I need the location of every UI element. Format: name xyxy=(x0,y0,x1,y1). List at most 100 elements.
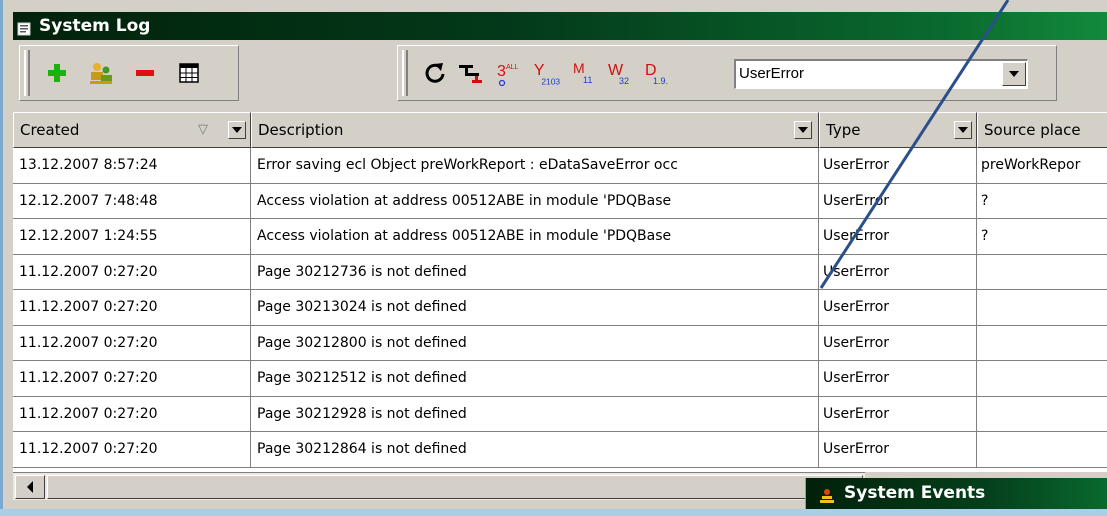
cell-source[interactable]: preWorkRepor xyxy=(977,148,1107,184)
table-row[interactable]: 13.12.2007 8:57:24 Error saving ecl Obje… xyxy=(13,148,1107,184)
svg-text:M: M xyxy=(573,60,585,76)
cell-created[interactable]: 11.12.2007 0:27:20 xyxy=(13,325,251,361)
refresh-button[interactable] xyxy=(420,56,450,90)
cell-description[interactable]: Page 30212800 is not defined xyxy=(251,325,819,361)
refresh-icon xyxy=(425,63,445,83)
toolbar-area: 3 ALL Y 2103 M 11 W 32 D 1.9. UserError xyxy=(13,40,1107,110)
column-header-created[interactable]: Created ▽ xyxy=(13,112,251,148)
cell-created[interactable]: 11.12.2007 0:27:20 xyxy=(13,396,251,432)
add-icon xyxy=(48,64,66,82)
cell-description[interactable]: Page 30212736 is not defined xyxy=(251,254,819,290)
filter-week-button[interactable]: W 32 xyxy=(606,56,636,90)
cell-description[interactable]: Page 30212512 is not defined xyxy=(251,361,819,397)
filter-all-icon: 3 ALL xyxy=(497,63,519,87)
cell-created[interactable]: 12.12.2007 1:24:55 xyxy=(13,219,251,255)
column-header-source-place[interactable]: Source place xyxy=(977,112,1107,148)
users-icon xyxy=(90,63,112,84)
grid-view-button[interactable] xyxy=(174,56,204,90)
column-filter-button[interactable] xyxy=(228,121,246,139)
cell-description[interactable]: Page 30213024 is not defined xyxy=(251,290,819,326)
scroll-left-button[interactable] xyxy=(15,475,45,499)
cell-type[interactable]: UserError xyxy=(819,148,977,184)
cell-source[interactable] xyxy=(977,326,1107,361)
svg-text:11: 11 xyxy=(583,75,592,85)
cell-type[interactable]: UserError xyxy=(819,432,977,468)
cell-type[interactable]: UserError xyxy=(819,325,977,361)
remove-button[interactable] xyxy=(130,56,160,90)
type-filter-value: UserError xyxy=(739,65,805,82)
cell-type[interactable]: UserError xyxy=(819,183,977,219)
table-row[interactable]: 11.12.2007 0:27:20 Page 30212512 is not … xyxy=(13,361,1107,397)
filter-week-icon: W 32 xyxy=(608,62,629,86)
column-label: Source place xyxy=(984,121,1081,139)
cell-source[interactable]: ? xyxy=(977,184,1107,219)
cell-source[interactable]: ? xyxy=(977,219,1107,255)
filter-day-icon: D 1.9. xyxy=(645,62,668,86)
log-grid: Created ▽ Description Type Source place xyxy=(13,112,1107,472)
title-bar[interactable]: System Log xyxy=(13,12,1107,40)
log-app-icon xyxy=(17,18,33,36)
filter-year-button[interactable]: Y 2103 xyxy=(532,56,562,90)
column-filter-button[interactable] xyxy=(954,121,972,139)
table-row[interactable]: 11.12.2007 0:27:20 Page 30212864 is not … xyxy=(13,432,1107,468)
cell-source[interactable] xyxy=(977,397,1107,432)
filter-toolbar: 3 ALL Y 2103 M 11 W 32 D 1.9. UserError xyxy=(397,45,1057,101)
chevron-down-icon xyxy=(1009,71,1019,77)
type-filter-combo[interactable]: UserError xyxy=(734,59,1028,89)
add-button[interactable] xyxy=(42,56,72,90)
type-filter-dropdown-button[interactable] xyxy=(1002,62,1026,86)
cell-type[interactable]: UserError xyxy=(819,361,977,397)
cell-created[interactable]: 13.12.2007 8:57:24 xyxy=(13,148,251,184)
cell-source[interactable] xyxy=(977,432,1107,468)
grid-header: Created ▽ Description Type Source place xyxy=(13,112,1107,148)
sort-down-icon[interactable]: ▽ xyxy=(198,113,208,147)
cell-created[interactable]: 11.12.2007 0:27:20 xyxy=(13,254,251,290)
column-header-description[interactable]: Description xyxy=(251,112,819,148)
cell-description[interactable]: Page 30212928 is not defined xyxy=(251,396,819,432)
column-label: Type xyxy=(826,121,861,139)
filter-day-button[interactable]: D 1.9. xyxy=(642,56,672,90)
events-app-icon xyxy=(818,485,836,503)
toolbar-grip[interactable] xyxy=(24,50,30,96)
column-label: Description xyxy=(258,121,344,139)
cell-source[interactable] xyxy=(977,361,1107,397)
horizontal-scrollbar[interactable] xyxy=(13,472,865,500)
toolbar-grip[interactable] xyxy=(402,50,408,96)
svg-text:32: 32 xyxy=(619,76,629,86)
cell-created[interactable]: 11.12.2007 0:27:20 xyxy=(13,361,251,397)
column-filter-button[interactable] xyxy=(794,121,812,139)
table-row[interactable]: 11.12.2007 0:27:20 Page 30213024 is not … xyxy=(13,290,1107,326)
cell-description[interactable]: Page 30212864 is not defined xyxy=(251,432,819,468)
window-title: System Log xyxy=(39,16,151,36)
cell-description[interactable]: Access violation at address 00512ABE in … xyxy=(251,219,819,255)
filter-year-icon: Y 2103 xyxy=(534,62,561,86)
cell-created[interactable]: 11.12.2007 0:27:20 xyxy=(13,290,251,326)
cell-type[interactable]: UserError xyxy=(819,219,977,255)
cell-description[interactable]: Error saving ecl Object preWorkReport : … xyxy=(251,148,819,184)
filter-month-button[interactable]: M 11 xyxy=(570,56,600,90)
cell-type[interactable]: UserError xyxy=(819,396,977,432)
users-button[interactable] xyxy=(86,56,116,90)
scroll-thumb[interactable] xyxy=(47,475,863,499)
filter-all-button[interactable]: 3 ALL xyxy=(494,56,524,90)
filter-month-icon: M 11 xyxy=(573,60,592,85)
table-row[interactable]: 11.12.2007 0:27:20 Page 30212928 is not … xyxy=(13,396,1107,432)
cell-type[interactable]: UserError xyxy=(819,290,977,326)
table-row[interactable]: 12.12.2007 7:48:48 Access violation at a… xyxy=(13,183,1107,219)
grid-rows: 13.12.2007 8:57:24 Error saving ecl Obje… xyxy=(13,148,1107,468)
system-events-window[interactable]: System Events xyxy=(805,478,1107,509)
cell-source[interactable] xyxy=(977,255,1107,290)
edit-toolbar xyxy=(19,45,239,101)
table-row[interactable]: 12.12.2007 1:24:55 Access violation at a… xyxy=(13,219,1107,255)
events-window-title: System Events xyxy=(844,483,986,503)
column-header-type[interactable]: Type xyxy=(819,112,977,148)
cell-created[interactable]: 12.12.2007 7:48:48 xyxy=(13,183,251,219)
table-row[interactable]: 11.12.2007 0:27:20 Page 30212800 is not … xyxy=(13,325,1107,361)
table-row[interactable]: 11.12.2007 0:27:20 Page 30212736 is not … xyxy=(13,254,1107,290)
cell-created[interactable]: 11.12.2007 0:27:20 xyxy=(13,432,251,468)
grid-icon xyxy=(179,63,199,83)
cell-type[interactable]: UserError xyxy=(819,254,977,290)
cell-description[interactable]: Access violation at address 00512ABE in … xyxy=(251,183,819,219)
filter-tree-button[interactable] xyxy=(456,56,486,90)
cell-source[interactable] xyxy=(977,290,1107,326)
